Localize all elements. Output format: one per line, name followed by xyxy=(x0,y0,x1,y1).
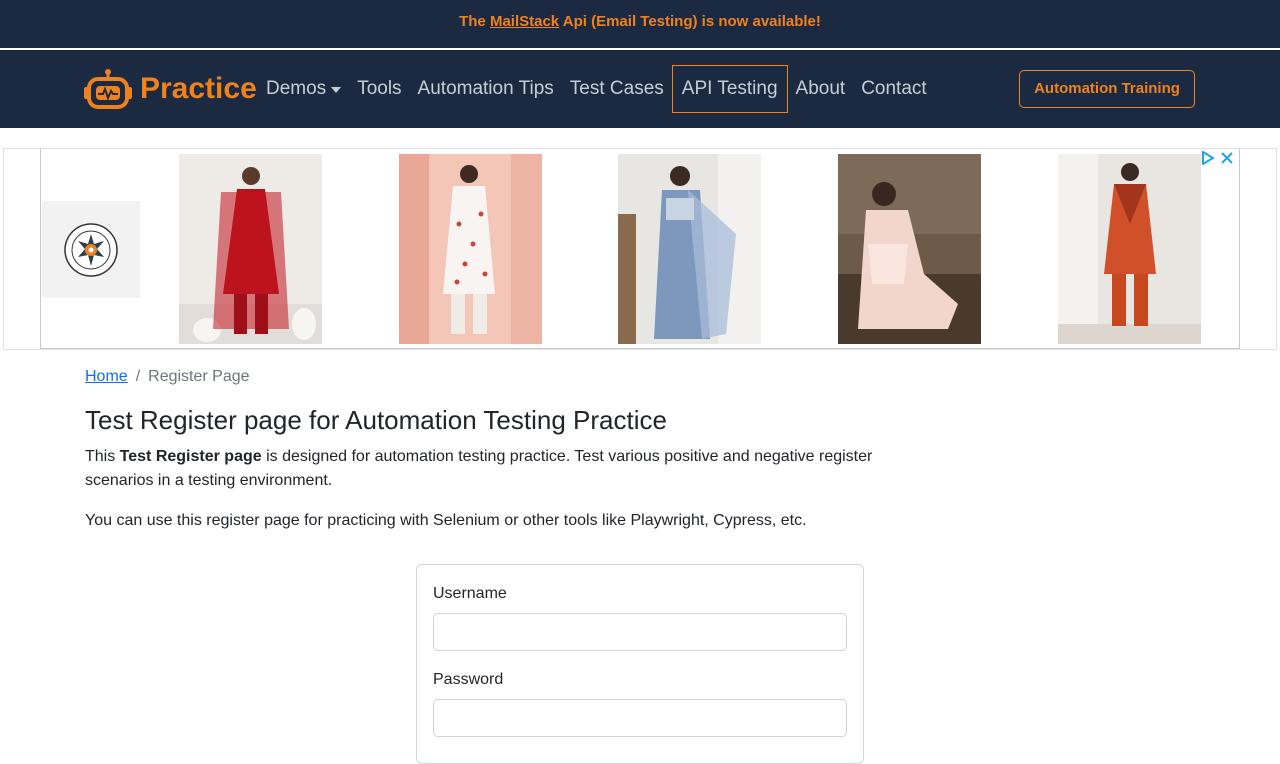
announcement-bar: The MailStack Api (Email Testing) is now… xyxy=(0,0,1280,48)
announcement-suffix: Api (Email Testing) is now available! xyxy=(559,13,821,30)
intro-text-start: This xyxy=(85,448,120,465)
ad-product-photo[interactable] xyxy=(399,154,542,344)
nav-demos-dropdown[interactable]: Demos xyxy=(258,65,349,113)
announcement-prefix: The xyxy=(459,13,490,30)
register-form: Username Password xyxy=(416,564,864,764)
nav-contact[interactable]: Contact xyxy=(853,65,934,113)
breadcrumb-home-link[interactable]: Home xyxy=(85,368,128,385)
red-kurta-set-photo xyxy=(179,154,322,344)
nav-api-testing[interactable]: API Testing xyxy=(671,65,788,113)
orange-printed-coord-photo xyxy=(1058,154,1201,344)
ad-product-photo[interactable] xyxy=(618,154,761,344)
adchoices-play-icon[interactable] xyxy=(1201,151,1215,165)
ad-product-photo[interactable] xyxy=(838,154,981,344)
white-embroidered-suit-photo xyxy=(399,154,542,344)
ad-product-photo[interactable] xyxy=(179,154,322,344)
page-title: Test Register page for Automation Testin… xyxy=(85,405,667,435)
password-input[interactable] xyxy=(433,699,847,737)
username-label: Username xyxy=(433,585,507,602)
ad-banner[interactable] xyxy=(3,148,1277,350)
nav-automation-tips[interactable]: Automation Tips xyxy=(410,65,562,113)
blue-saree-photo xyxy=(618,154,761,344)
nav-about[interactable]: About xyxy=(788,65,854,113)
robot-logo-icon xyxy=(84,69,132,109)
brand-seal-icon xyxy=(64,222,118,277)
username-input[interactable] xyxy=(433,613,847,651)
ad-brand-logo[interactable] xyxy=(42,201,140,298)
intro-paragraph: This Test Register page is designed for … xyxy=(85,445,885,493)
nav-test-cases[interactable]: Test Cases xyxy=(562,65,672,113)
breadcrumb-current: Register Page xyxy=(148,368,250,385)
tools-note: You can use this register page for pract… xyxy=(85,512,807,529)
ad-product-photo[interactable] xyxy=(1058,154,1201,344)
navbar: Practice Demos Tools Automation Tips Tes… xyxy=(0,50,1280,128)
ad-content[interactable] xyxy=(40,149,1240,349)
main-nav: Demos Tools Automation Tips Test Cases A… xyxy=(258,65,935,113)
chevron-down-icon xyxy=(331,87,342,93)
breadcrumb: Home / Register Page xyxy=(85,368,250,386)
breadcrumb-separator: / xyxy=(135,368,141,385)
mailstack-link[interactable]: MailStack xyxy=(490,13,559,30)
pink-lace-suit-photo xyxy=(838,154,981,344)
nav-tools[interactable]: Tools xyxy=(349,65,409,113)
automation-training-button[interactable]: Automation Training xyxy=(1019,70,1195,108)
ad-controls xyxy=(1201,151,1233,165)
intro-highlight: Test Register page xyxy=(119,448,262,465)
brand-link[interactable]: Practice xyxy=(84,67,257,111)
close-icon[interactable] xyxy=(1221,152,1233,164)
password-label: Password xyxy=(433,671,504,688)
nav-demos-label: Demos xyxy=(266,78,327,99)
brand-name: Practice xyxy=(140,72,257,105)
